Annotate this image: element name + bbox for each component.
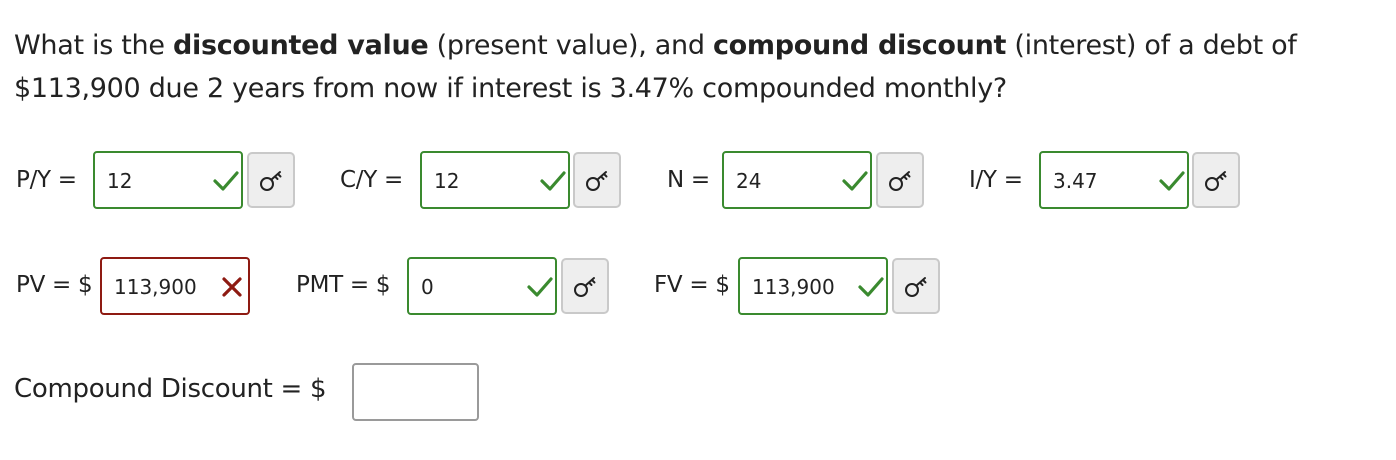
pv-value: 113,900 <box>114 275 197 299</box>
checkmark-icon <box>540 171 566 191</box>
n-answer-key-button[interactable] <box>876 152 924 208</box>
fv-answer-key-button[interactable] <box>892 258 940 314</box>
cy-value: 12 <box>434 169 460 193</box>
compound-discount-label: Compound Discount = $ <box>14 374 327 404</box>
py-answer-key-button[interactable] <box>247 152 295 208</box>
key-icon <box>1205 171 1227 191</box>
iy-value: 3.47 <box>1053 169 1098 193</box>
key-icon <box>574 277 596 297</box>
checkmark-icon <box>213 171 239 191</box>
py-label: P/Y = <box>16 167 77 193</box>
checkmark-icon <box>1159 171 1185 191</box>
iy-input[interactable]: 3.47 <box>1039 151 1189 209</box>
cy-answer-key-button[interactable] <box>573 152 621 208</box>
cy-label: C/Y = <box>340 167 403 193</box>
key-icon <box>889 171 911 191</box>
checkmark-icon <box>842 171 868 191</box>
x-mark-icon <box>222 277 242 297</box>
key-icon <box>586 171 608 191</box>
fv-label: FV = $ <box>654 272 730 298</box>
checkmark-icon <box>858 277 884 297</box>
n-value: 24 <box>736 169 762 193</box>
pmt-value: 0 <box>421 275 434 299</box>
cy-input[interactable]: 12 <box>420 151 570 209</box>
pmt-input[interactable]: 0 <box>407 257 557 315</box>
question-text: What is the discounted value (present va… <box>14 24 1384 110</box>
iy-answer-key-button[interactable] <box>1192 152 1240 208</box>
question-bold-discounted-value: discounted value <box>172 30 429 61</box>
fv-input[interactable]: 113,900 <box>738 257 888 315</box>
iy-label: I/Y = <box>969 167 1023 193</box>
question-middle: (present value), and <box>428 30 713 61</box>
pmt-label: PMT = $ <box>296 272 391 298</box>
checkmark-icon <box>527 277 553 297</box>
compound-discount-input[interactable] <box>352 363 479 421</box>
n-input[interactable]: 24 <box>722 151 872 209</box>
key-icon <box>905 277 927 297</box>
py-input[interactable]: 12 <box>93 151 243 209</box>
question-intro: What is the <box>14 30 173 61</box>
question-bold-compound-discount: compound discount <box>712 30 1007 61</box>
pv-input[interactable]: 113,900 <box>100 257 250 315</box>
n-label: N = <box>667 167 710 193</box>
key-icon <box>260 171 282 191</box>
py-value: 12 <box>107 169 133 193</box>
pv-label: PV = $ <box>16 272 93 298</box>
fv-value: 113,900 <box>752 275 835 299</box>
pmt-answer-key-button[interactable] <box>561 258 609 314</box>
